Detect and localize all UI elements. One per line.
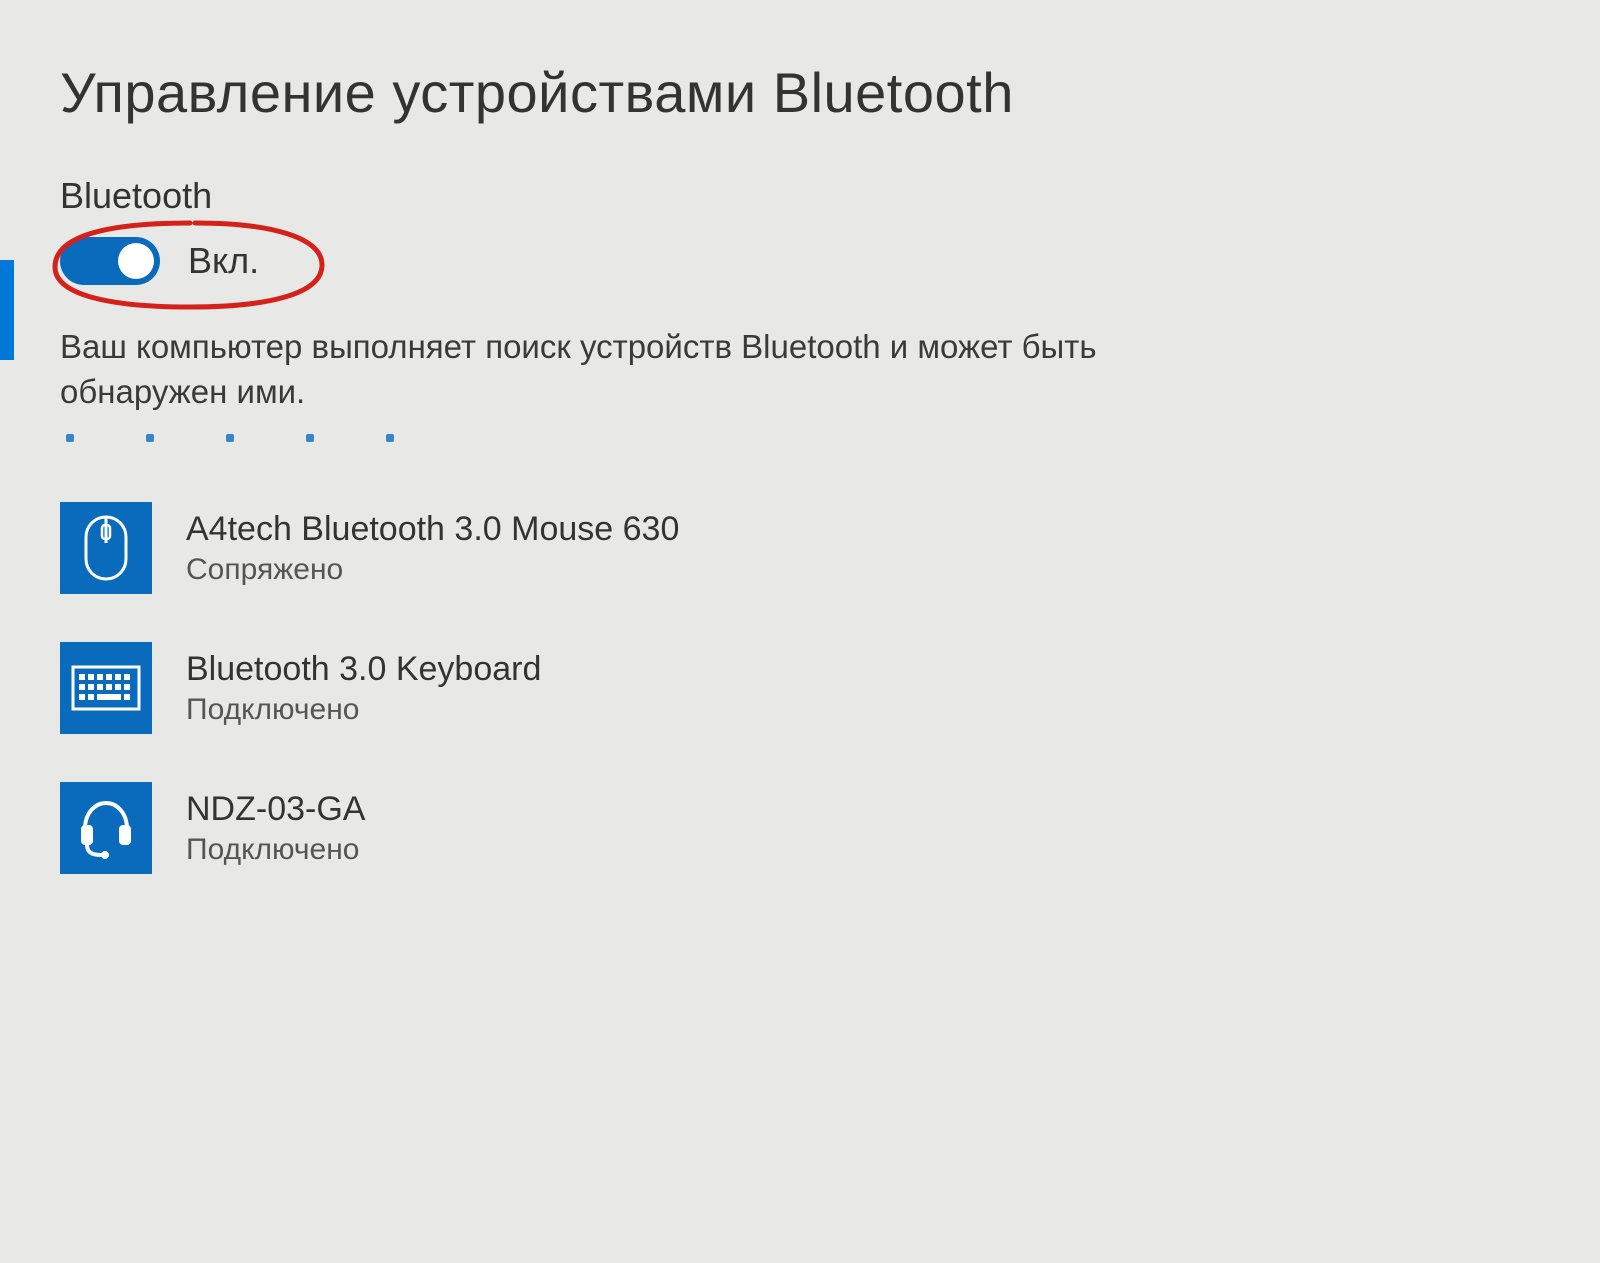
keyboard-icon bbox=[60, 642, 152, 734]
device-name-label: A4tech Bluetooth 3.0 Mouse 630 bbox=[186, 510, 679, 549]
device-name-label: NDZ-03-GA bbox=[186, 790, 365, 829]
left-accent-bar bbox=[0, 260, 14, 360]
bluetooth-device-list: A4tech Bluetooth 3.0 Mouse 630 Сопряжено… bbox=[60, 502, 1200, 874]
bluetooth-discovery-status: Ваш компьютер выполняет поиск устройств … bbox=[60, 325, 1140, 414]
device-info: A4tech Bluetooth 3.0 Mouse 630 Сопряжено bbox=[186, 510, 679, 587]
device-info: Bluetooth 3.0 Keyboard Подключено bbox=[186, 650, 541, 727]
bluetooth-toggle-row: Вкл. bbox=[60, 237, 1200, 285]
toggle-knob bbox=[118, 243, 154, 279]
device-item-headset[interactable]: NDZ-03-GA Подключено bbox=[60, 782, 1200, 874]
device-item-keyboard[interactable]: Bluetooth 3.0 Keyboard Подключено bbox=[60, 642, 1200, 734]
bluetooth-section-label: Bluetooth bbox=[60, 175, 1200, 217]
page-title: Управление устройствами Bluetooth bbox=[60, 60, 1200, 125]
searching-progress-indicator bbox=[66, 434, 1200, 442]
device-info: NDZ-03-GA Подключено bbox=[186, 790, 365, 867]
device-status-label: Подключено bbox=[186, 833, 365, 867]
device-item-mouse[interactable]: A4tech Bluetooth 3.0 Mouse 630 Сопряжено bbox=[60, 502, 1200, 594]
bluetooth-toggle-state-label: Вкл. bbox=[188, 240, 259, 282]
headset-icon bbox=[60, 782, 152, 874]
device-status-label: Подключено bbox=[186, 693, 541, 727]
device-status-label: Сопряжено bbox=[186, 553, 679, 587]
bluetooth-toggle[interactable] bbox=[60, 237, 160, 285]
mouse-icon bbox=[60, 502, 152, 594]
device-name-label: Bluetooth 3.0 Keyboard bbox=[186, 650, 541, 689]
